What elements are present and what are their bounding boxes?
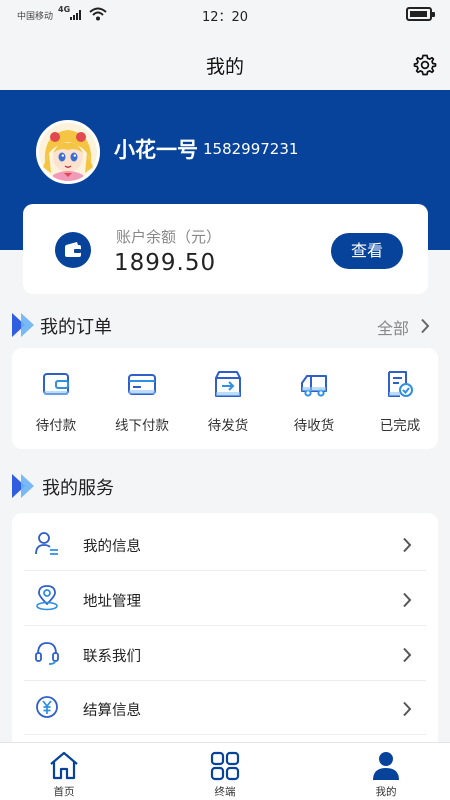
orders-title: 我的订单 bbox=[40, 317, 112, 338]
chevron-right-icon bbox=[403, 592, 412, 608]
tab-mine[interactable]: 我的 bbox=[336, 743, 436, 800]
tab-home[interactable]: 首页 bbox=[14, 743, 114, 800]
home-icon bbox=[50, 751, 78, 780]
order-item-label: 待付款 bbox=[35, 418, 77, 434]
chevron-right-icon bbox=[403, 701, 412, 717]
tab-bar: 首页 终端 我的 bbox=[0, 742, 450, 800]
services-card: 我的信息 地址管理 联系我们 结算信息 bbox=[12, 513, 438, 753]
service-item-label: 结算信息 bbox=[83, 703, 141, 719]
balance-label: 账户余额（元） bbox=[116, 228, 222, 246]
service-item-label: 地址管理 bbox=[83, 594, 141, 610]
tab-terminal[interactable]: 终端 bbox=[175, 743, 275, 800]
wallet-icon bbox=[55, 232, 91, 268]
gear-icon[interactable] bbox=[413, 53, 437, 77]
tab-label: 首页 bbox=[53, 786, 75, 798]
chevron-right-icon bbox=[403, 537, 412, 553]
status-bar: 中国移动 4G 12：20 bbox=[0, 0, 450, 30]
service-item-settlement[interactable]: 结算信息 bbox=[12, 680, 438, 735]
view-balance-button[interactable]: 查看 bbox=[331, 233, 403, 269]
truck-icon bbox=[301, 375, 327, 397]
service-item-label: 我的信息 bbox=[83, 539, 141, 555]
chevron-right-icon bbox=[403, 647, 412, 663]
cartoon-avatar-icon bbox=[39, 123, 97, 181]
balance-value: 1899.50 bbox=[114, 250, 217, 276]
order-item-label: 待发货 bbox=[207, 418, 249, 434]
location-pin-icon bbox=[36, 585, 58, 611]
chevron-right-icon[interactable] bbox=[420, 318, 430, 334]
order-item-to-receive[interactable]: 待收货 bbox=[270, 348, 356, 449]
tab-label: 终端 bbox=[214, 786, 236, 798]
services-title: 我的服务 bbox=[42, 478, 114, 499]
service-item-contact[interactable]: 联系我们 bbox=[12, 626, 438, 681]
divider bbox=[24, 734, 426, 735]
service-item-label: 联系我们 bbox=[83, 649, 141, 665]
orders-card: 待付款 线下付款 待发货 待收货 已完成 bbox=[12, 348, 438, 449]
grid-icon bbox=[210, 751, 240, 781]
service-item-my-info[interactable]: 我的信息 bbox=[12, 516, 438, 571]
balance-card: 账户余额（元） 1899.50 查看 bbox=[23, 204, 428, 294]
user-icon bbox=[373, 752, 399, 780]
battery-icon bbox=[406, 7, 435, 21]
nav-bar: 我的 bbox=[0, 30, 450, 90]
credit-card-icon bbox=[128, 374, 156, 395]
order-item-label: 待收货 bbox=[293, 418, 335, 434]
order-item-label: 已完成 bbox=[379, 418, 421, 434]
phone-number: 1582997231 bbox=[203, 140, 299, 158]
headset-icon bbox=[35, 642, 59, 665]
yen-coin-icon bbox=[36, 696, 58, 718]
tab-label: 我的 bbox=[375, 786, 397, 798]
service-item-address[interactable]: 地址管理 bbox=[12, 571, 438, 626]
box-arrow-icon bbox=[215, 371, 241, 397]
page-title: 我的 bbox=[205, 56, 244, 78]
order-item-to-ship[interactable]: 待发货 bbox=[184, 348, 270, 449]
orders-all-link[interactable]: 全部 bbox=[377, 315, 409, 339]
order-item-offline-payment[interactable]: 线下付款 bbox=[98, 348, 184, 449]
status-time: 12：20 bbox=[201, 10, 249, 25]
avatar[interactable] bbox=[36, 120, 100, 184]
order-item-completed[interactable]: 已完成 bbox=[356, 348, 442, 449]
orders-section-header: 我的订单 全部 bbox=[0, 310, 450, 340]
user-info-icon bbox=[35, 532, 58, 555]
order-item-label: 线下付款 bbox=[115, 418, 169, 434]
document-check-icon bbox=[388, 371, 413, 397]
username: 小花一号 bbox=[114, 138, 198, 162]
services-section-header: 我的服务 bbox=[0, 471, 450, 501]
section-arrow-icon bbox=[12, 313, 34, 337]
wallet-card-icon bbox=[43, 373, 69, 395]
order-item-pending-payment[interactable]: 待付款 bbox=[12, 348, 98, 449]
section-arrow-icon bbox=[12, 474, 34, 498]
